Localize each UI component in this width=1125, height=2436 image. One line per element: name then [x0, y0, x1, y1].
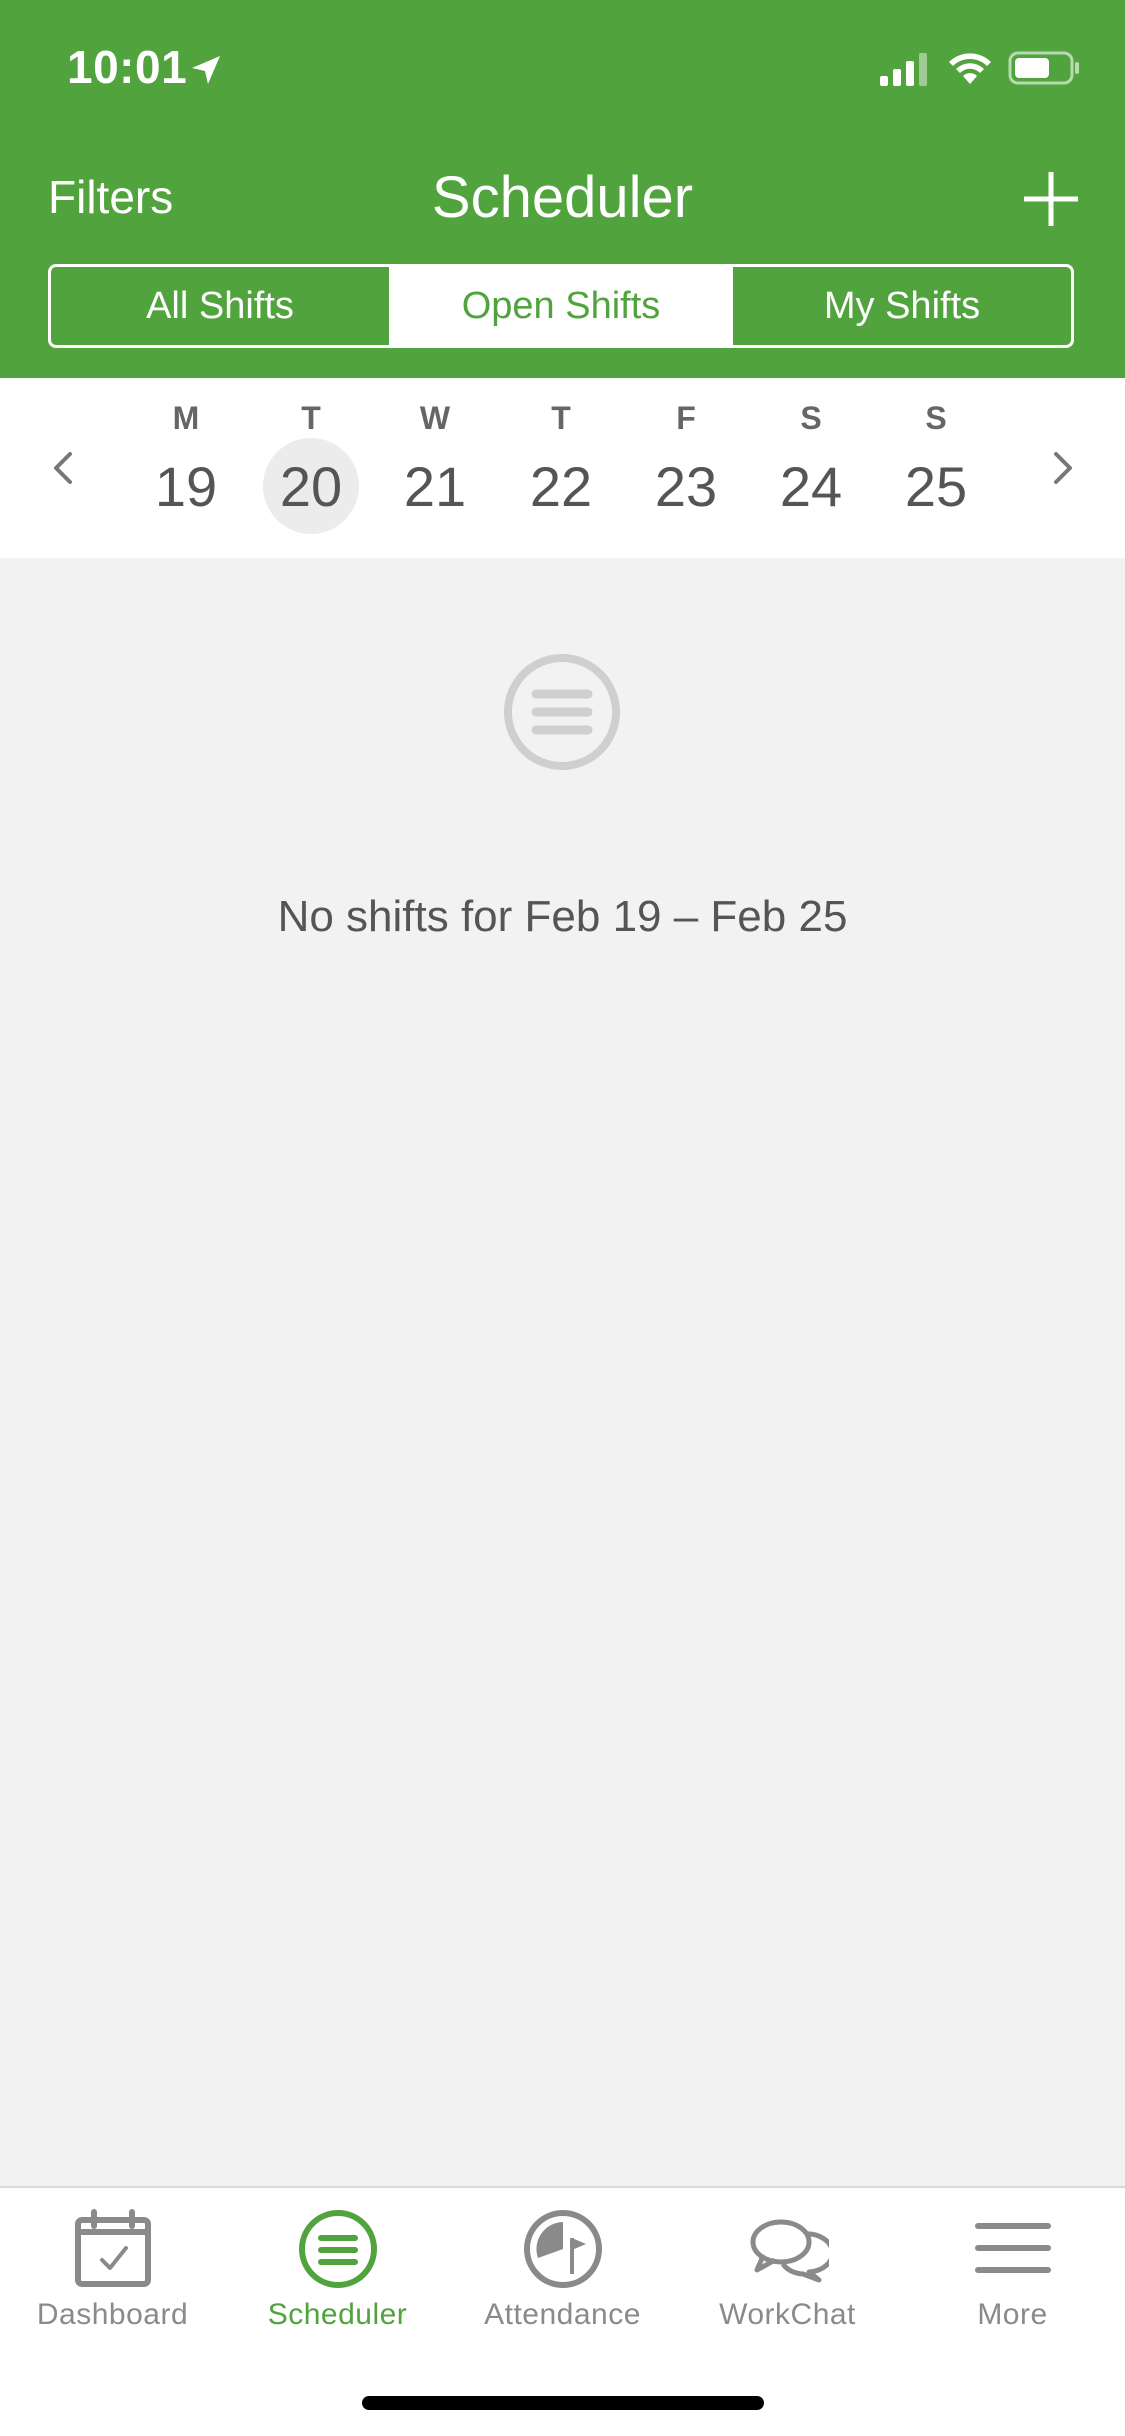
day-letter: S [800, 400, 822, 436]
tab-attendance[interactable]: Attendance [450, 2188, 675, 2348]
day-number: 21 [403, 454, 467, 518]
day-letter: S [925, 400, 947, 436]
location-arrow-icon [192, 56, 220, 84]
tab-scheduler[interactable]: Scheduler [225, 2188, 450, 2348]
chevron-right-icon[interactable] [1042, 448, 1082, 488]
chat-bubbles-icon [750, 2219, 829, 2283]
chevron-left-icon[interactable] [44, 448, 84, 488]
segment-my-shifts[interactable]: My Shifts [733, 267, 1071, 345]
attendance-clock-icon [524, 2210, 602, 2288]
segment-open-shifts[interactable]: Open Shifts [389, 267, 733, 345]
shift-filter-segmented-control: All Shifts Open Shifts My Shifts [48, 264, 1074, 348]
page-title: Scheduler [431, 165, 694, 230]
tab-label: Dashboard [36, 2298, 189, 2331]
day-number-wrap: 25 [888, 438, 984, 534]
status-bar: 10:01 [0, 0, 1125, 135]
menu-icon [975, 2223, 1051, 2273]
day-thursday[interactable]: T 22 [501, 378, 621, 558]
calendar-check-icon [75, 2209, 151, 2287]
day-letter: T [551, 400, 571, 436]
tab-label: Scheduler [267, 2298, 408, 2331]
day-number-wrap: 23 [638, 438, 734, 534]
week-strip: M 19 T 20 W 21 T 22 F 23 S 24 S 25 [0, 378, 1125, 558]
tab-label: Attendance [484, 2298, 641, 2331]
day-number: 22 [529, 454, 593, 518]
cellular-signal-icon [880, 53, 927, 86]
day-letter: F [676, 400, 696, 436]
day-number-wrap: 19 [138, 438, 234, 534]
today-highlight: 20 [263, 438, 359, 534]
tab-label: More [977, 2298, 1048, 2331]
scheduler-icon [504, 654, 620, 770]
day-letter: M [172, 400, 200, 436]
tab-dashboard[interactable]: Dashboard [0, 2188, 225, 2348]
status-time: 10:01 [67, 41, 188, 93]
nav-bar: Filters Scheduler [0, 150, 1125, 250]
tab-more[interactable]: More [900, 2188, 1125, 2348]
tab-workchat[interactable]: WorkChat [675, 2188, 900, 2348]
scheduler-icon [299, 2210, 377, 2288]
home-indicator[interactable] [362, 2396, 764, 2410]
wifi-icon [949, 53, 991, 84]
day-number: 25 [904, 454, 968, 518]
day-number: 23 [654, 454, 718, 518]
day-number: 20 [279, 454, 343, 518]
tab-label: WorkChat [719, 2298, 856, 2331]
header: 10:01 Filters Scheduler All Shifts Open … [0, 0, 1125, 378]
day-number: 24 [779, 454, 843, 518]
battery-icon [1008, 51, 1079, 85]
day-tuesday[interactable]: T 20 [251, 378, 371, 558]
day-number-wrap: 22 [513, 438, 609, 534]
day-monday[interactable]: M 19 [126, 378, 246, 558]
day-number: 19 [154, 454, 218, 518]
day-saturday[interactable]: S 24 [751, 378, 871, 558]
day-letter: W [419, 400, 451, 436]
day-sunday[interactable]: S 25 [876, 378, 996, 558]
day-wednesday[interactable]: W 21 [375, 378, 495, 558]
empty-state-message: No shifts for Feb 19 – Feb 25 [277, 892, 848, 941]
day-letter: T [301, 400, 321, 436]
day-number-wrap: 24 [763, 438, 859, 534]
day-number-wrap: 21 [387, 438, 483, 534]
app-screen: 10:01 Filters Scheduler All Shifts Open … [0, 0, 1125, 2436]
plus-icon[interactable] [1020, 168, 1082, 230]
segment-all-shifts[interactable]: All Shifts [51, 267, 389, 345]
day-friday[interactable]: F 23 [626, 378, 746, 558]
